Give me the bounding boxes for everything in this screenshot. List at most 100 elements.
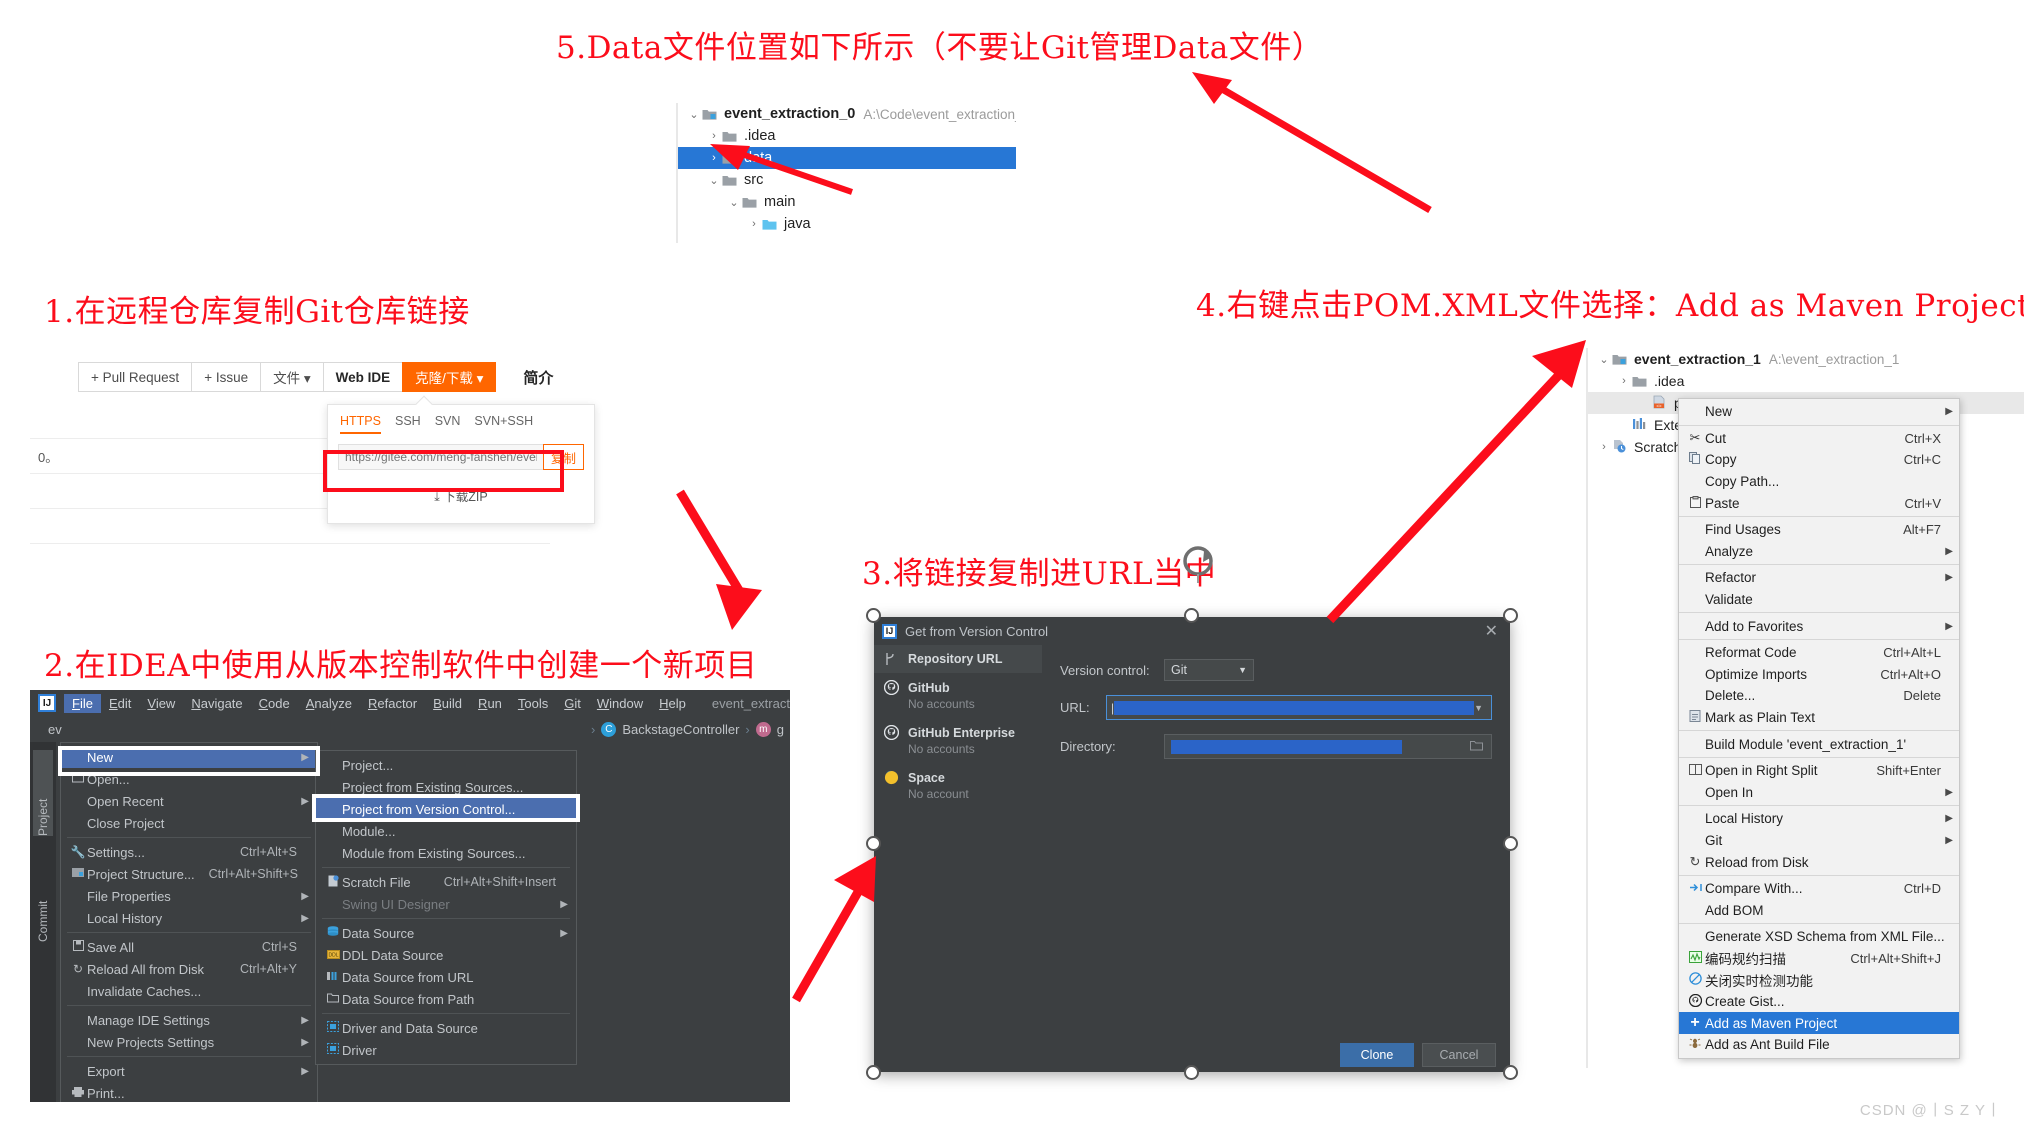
menu-item-project-from-existing-sources[interactable]: Project from Existing Sources...: [316, 776, 576, 798]
gvc-sidebar-github[interactable]: GitHub No accounts: [874, 673, 1042, 718]
idea-window[interactable]: IJ File Edit View Navigate Code Analyze Refact…: [30, 690, 790, 1102]
chevron-icon[interactable]: ›: [706, 130, 722, 142]
gitee-button-克隆-下载-[interactable]: 克隆/下载 ▾: [402, 362, 497, 392]
version-control-select[interactable]: Git ▼: [1164, 659, 1254, 681]
tree-row--idea[interactable]: › .idea: [678, 125, 1016, 147]
directory-input[interactable]: [1164, 734, 1492, 759]
dialog-main[interactable]: Version control: Git ▼ URL: | ▼ Director…: [1042, 645, 1510, 1038]
protocol-tab-svn[interactable]: SVN: [435, 414, 461, 434]
resize-handle-bl[interactable]: [866, 1065, 881, 1080]
menu-item-data-source[interactable]: Data Source ▶: [316, 922, 576, 944]
breadcrumb-class[interactable]: › C BackstageController › m g: [591, 721, 784, 737]
chevron-icon[interactable]: ⌄: [706, 174, 722, 187]
menu-help[interactable]: Help: [651, 694, 694, 713]
menu-item-save-all[interactable]: Save All Ctrl+S: [61, 936, 317, 958]
menu-item-data-source-from-url[interactable]: Data Source from URL: [316, 966, 576, 988]
menu-item-module[interactable]: Module...: [316, 820, 576, 842]
resize-handle-ml[interactable]: [866, 836, 881, 851]
protocol-tab-svn-ssh[interactable]: SVN+SSH: [474, 414, 533, 434]
tree-row-java[interactable]: › java: [678, 213, 1016, 235]
idea-menu-bar[interactable]: IJ File Edit View Navigate Code Analyze Refact…: [30, 690, 790, 716]
new-submenu-dropdown[interactable]: Project... Project from Existing Sources.…: [315, 750, 577, 1065]
menu-item-driver-and-data-source[interactable]: Driver and Data Source: [316, 1017, 576, 1039]
chevron-icon[interactable]: ›: [706, 152, 722, 164]
menu-item-open-recent[interactable]: Open Recent ▶: [61, 790, 317, 812]
context-item-local-history[interactable]: Local History ▶: [1679, 808, 1959, 830]
menu-file[interactable]: File: [64, 693, 101, 713]
context-item-paste[interactable]: Paste Ctrl+V: [1679, 492, 1959, 514]
context-item-copy-path[interactable]: Copy Path...: [1679, 471, 1959, 493]
menu-item-data-source-from-path[interactable]: Data Source from Path: [316, 988, 576, 1010]
context-item-create-gist[interactable]: Create Gist...: [1679, 991, 1959, 1013]
gitee-toolbar[interactable]: + Pull Request + Issue 文件 ▾ Web IDE 克隆/下载 ▾ 简…: [30, 358, 675, 396]
menu-run[interactable]: Run: [470, 694, 510, 713]
resize-handle-mr[interactable]: [1503, 836, 1518, 851]
menu-refactor[interactable]: Refactor: [360, 694, 425, 713]
cancel-button[interactable]: Cancel: [1422, 1043, 1496, 1067]
context-item-cut[interactable]: ✂ Cut Ctrl+X: [1679, 428, 1959, 450]
menu-item-open[interactable]: Open...: [61, 768, 317, 790]
menu-item-module-from-existing-sources[interactable]: Module from Existing Sources...: [316, 842, 576, 864]
menu-git[interactable]: Git: [556, 694, 589, 713]
clone-url-input[interactable]: [338, 444, 543, 470]
resize-handle-tc[interactable]: [1184, 608, 1199, 623]
version-control-row[interactable]: Version control: Git ▼: [1060, 659, 1492, 681]
context-item-add-bom[interactable]: Add BOM: [1679, 899, 1959, 921]
context-item-关闭实时检测功能[interactable]: 关闭实时检测功能: [1679, 969, 1959, 991]
folder-browse-icon[interactable]: [1470, 739, 1487, 754]
rail-tab-project[interactable]: Project: [33, 750, 53, 836]
menu-item-new[interactable]: New ▶: [61, 746, 317, 768]
menu-analyze[interactable]: Analyze: [298, 694, 360, 713]
gitee-button--issue[interactable]: + Issue: [191, 362, 262, 392]
gitee-repo-panel[interactable]: + Pull Request + Issue 文件 ▾ Web IDE 克隆/下载 ▾ 简…: [30, 358, 675, 558]
menu-tools[interactable]: Tools: [510, 694, 556, 713]
context-item-find-usages[interactable]: Find Usages Alt+F7: [1679, 519, 1959, 541]
context-item-open-in[interactable]: Open In ▶: [1679, 782, 1959, 804]
menu-window[interactable]: Window: [589, 694, 651, 713]
context-item-analyze[interactable]: Analyze ▶: [1679, 541, 1959, 563]
idea-tool-rail[interactable]: Project Commit: [30, 742, 56, 1102]
chevron-icon[interactable]: ›: [1616, 375, 1632, 387]
chevron-icon[interactable]: ›: [1596, 441, 1612, 453]
context-item-delete[interactable]: Delete... Delete: [1679, 685, 1959, 707]
context-item-add-to-favorites[interactable]: Add to Favorites ▶: [1679, 615, 1959, 637]
menu-view[interactable]: View: [139, 694, 183, 713]
tree-row-event-extraction-1[interactable]: ⌄ event_extraction_1 A:\event_extraction_1: [1588, 348, 2024, 370]
menu-item-new-projects-settings[interactable]: New Projects Settings ▶: [61, 1031, 317, 1053]
clone-button[interactable]: Clone: [1340, 1043, 1414, 1067]
menu-item-file-properties[interactable]: File Properties ▶: [61, 885, 317, 907]
protocol-tab-https[interactable]: HTTPS: [340, 414, 381, 434]
menu-item-print[interactable]: Print...: [61, 1082, 317, 1102]
menu-item-close-project[interactable]: Close Project: [61, 812, 317, 834]
context-item-compare-with[interactable]: Compare With... Ctrl+D: [1679, 878, 1959, 900]
context-item-build-module-event-extraction-1[interactable]: Build Module 'event_extraction_1': [1679, 733, 1959, 755]
tree-row-main[interactable]: ⌄ main: [678, 191, 1016, 213]
menu-item-settings[interactable]: 🔧 Settings... Ctrl+Alt+S: [61, 841, 317, 863]
menu-code[interactable]: Code: [251, 694, 298, 713]
context-item-add-as-maven-project[interactable]: + Add as Maven Project: [1679, 1012, 1959, 1035]
resize-handle-bc[interactable]: [1184, 1065, 1199, 1080]
menu-item-scratch-file[interactable]: Scratch File Ctrl+Alt+Shift+Insert: [316, 871, 576, 893]
file-menu-dropdown[interactable]: New ▶ Open... Open Recent ▶ Close Project 🔧 Set…: [60, 742, 318, 1102]
menu-item-project-structure[interactable]: Project Structure... Ctrl+Alt+Shift+S: [61, 863, 317, 885]
url-row[interactable]: URL: | ▼: [1060, 695, 1492, 720]
download-zip-link[interactable]: ⤓ 下载ZIP: [328, 486, 594, 505]
gitee-button--pull-request[interactable]: + Pull Request: [78, 362, 193, 392]
context-item-copy[interactable]: Copy Ctrl+C: [1679, 449, 1959, 471]
context-item-git[interactable]: Git ▶: [1679, 830, 1959, 852]
close-icon[interactable]: ✕: [1485, 621, 1498, 641]
gitee-button-简介[interactable]: 简介: [511, 362, 566, 392]
resize-handle-tr[interactable]: [1503, 608, 1518, 623]
menu-item-driver[interactable]: Driver: [316, 1039, 576, 1061]
dialog-sidebar[interactable]: Repository URL GitHub No accounts GitHub En…: [874, 645, 1042, 1038]
chevron-icon[interactable]: ⌄: [1596, 353, 1612, 366]
tree-row-event-extraction-0[interactable]: ⌄ event_extraction_0 A:\Code\event_extract…: [678, 103, 1016, 125]
tree-row-data[interactable]: › data: [678, 147, 1016, 169]
menu-item-export[interactable]: Export ▶: [61, 1060, 317, 1082]
context-item-reformat-code[interactable]: Reformat Code Ctrl+Alt+L: [1679, 642, 1959, 664]
context-item-add-as-ant-build-file[interactable]: Add as Ant Build File: [1679, 1034, 1959, 1056]
clone-url-row[interactable]: 复制: [338, 444, 584, 470]
context-item-validate[interactable]: Validate: [1679, 589, 1959, 611]
menu-item-swing-ui-designer[interactable]: Swing UI Designer ▶: [316, 893, 576, 915]
menu-edit[interactable]: Edit: [101, 694, 139, 713]
